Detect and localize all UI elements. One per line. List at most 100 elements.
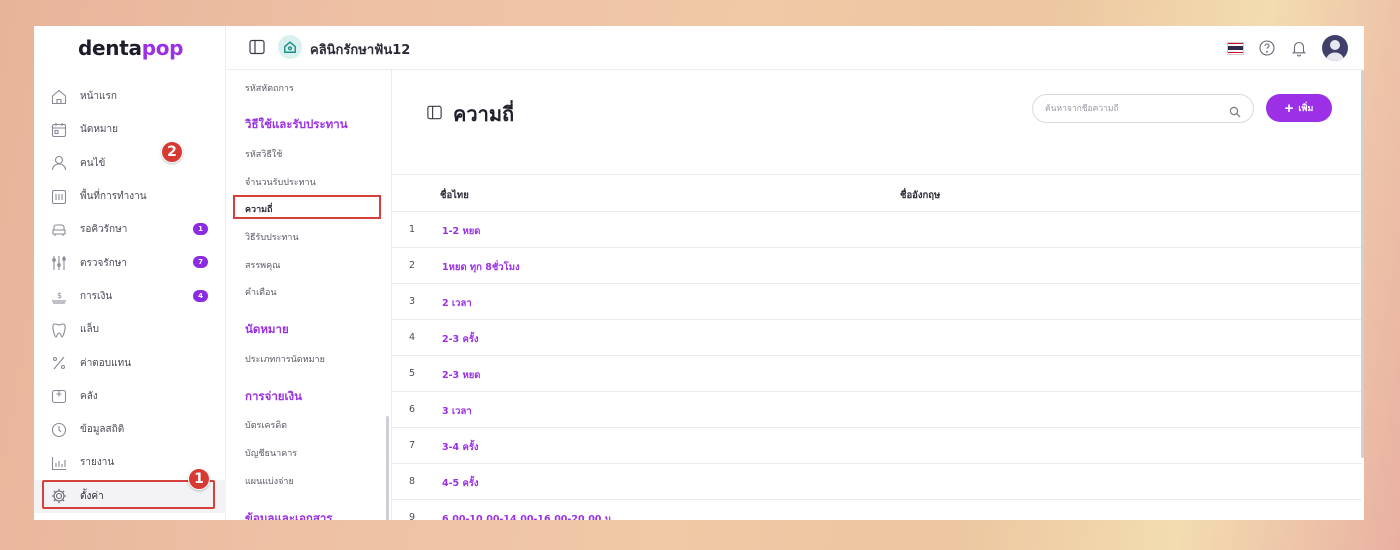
sidebar-item-label: หน้าแรก <box>80 91 117 103</box>
stats-icon <box>50 421 68 439</box>
table-row[interactable]: 9 6.00-10.00-14.00-16.00-20.00 น. <box>392 500 1362 520</box>
row-number: 6 <box>409 404 416 415</box>
search-box[interactable] <box>1032 94 1254 123</box>
row-thai-name[interactable]: 1-2 หยด <box>442 224 480 239</box>
user-avatar[interactable] <box>1322 35 1348 61</box>
row-thai-name[interactable]: 3-4 ครั้ง <box>442 440 479 455</box>
box-icon <box>50 387 68 405</box>
table-row[interactable]: 2 1หยด ทุก 8ชั่วโมง <box>392 248 1362 284</box>
row-number: 7 <box>409 440 416 451</box>
logo-text: denta <box>78 36 142 60</box>
row-number: 1 <box>409 224 416 235</box>
sidebar-toggle-icon[interactable] <box>248 38 266 56</box>
submenu-item-usage-code[interactable]: รหัสวิธีใช้ <box>245 147 282 161</box>
sidebar-item-lab[interactable]: แล็บ <box>34 313 226 346</box>
table-row[interactable]: 5 2-3 หยด <box>392 356 1362 392</box>
search-icon[interactable] <box>1229 103 1241 118</box>
panel-icon <box>426 104 443 125</box>
tools-icon <box>50 254 68 272</box>
sidebar-item-workspace[interactable]: พื้นที่การทำงาน <box>34 180 226 213</box>
table-row[interactable]: 1 1-2 หยด <box>392 212 1362 248</box>
table-row[interactable]: 4 2-3 ครั้ง <box>392 320 1362 356</box>
main-scrollbar[interactable] <box>1361 70 1364 458</box>
submenu-item-procedure-code[interactable]: รหัสหัตถการ <box>245 81 294 95</box>
submenu-section-usage: วิธีใช้และรับประทาน <box>245 117 348 131</box>
sidebar-item-label: ข้อมูลสถิติ <box>80 424 125 436</box>
row-number: 9 <box>409 512 416 520</box>
sidebar-item-label: คนไข้ <box>80 157 106 169</box>
submenu-item-warnings[interactable]: คำเตือน <box>245 285 277 299</box>
sidebar-item-label: คลัง <box>80 390 98 402</box>
submenu-scrollbar[interactable] <box>386 416 389 520</box>
frequency-highlight-box <box>233 195 381 219</box>
sidebar-item-label: แล็บ <box>80 324 99 336</box>
row-thai-name[interactable]: 4-5 ครั้ง <box>442 476 479 491</box>
percent-icon <box>50 354 68 372</box>
row-thai-name[interactable]: 1หยด ทุก 8ชั่วโมง <box>442 260 520 275</box>
table-header: ชื่อไทย ชื่ออังกฤษ <box>392 174 1362 212</box>
row-thai-name[interactable]: 2 เวลา <box>442 296 472 311</box>
step-1-marker: 1 <box>188 468 210 490</box>
row-number: 4 <box>409 332 416 343</box>
table-row[interactable]: 3 2 เวลา <box>392 284 1362 320</box>
sidebar-item-label: นัดหมาย <box>80 124 118 136</box>
submenu-section-documents: ข้อมูลและเอกสาร <box>245 511 333 520</box>
submenu-item-bank-account[interactable]: บัญชีธนาคาร <box>245 446 297 460</box>
submenu-item-intake-method[interactable]: วิธีรับประทาน <box>245 230 299 244</box>
plus-icon: + <box>1284 99 1294 117</box>
sidebar-item-label: รายงาน <box>80 457 115 469</box>
sidebar-item-inventory[interactable]: คลัง <box>34 380 226 413</box>
sidebar-item-appointments[interactable]: นัดหมาย <box>34 113 226 146</box>
help-icon[interactable] <box>1258 39 1276 57</box>
sidebar-item-home[interactable]: หน้าแรก <box>34 80 226 113</box>
submenu-item-dosage[interactable]: จำนวนรับประทาน <box>245 175 316 189</box>
sidebar-item-treatment[interactable]: ตรวจรักษา 7 <box>34 246 226 279</box>
sidebar-item-finance[interactable]: $ การเงิน 4 <box>34 280 226 313</box>
submenu-item-properties[interactable]: สรรพคุณ <box>245 258 280 272</box>
sidebar-item-label: รอคิวรักษา <box>80 224 128 236</box>
add-button-label: เพิ่ม <box>1298 103 1314 113</box>
submenu-section-appointment: นัดหมาย <box>245 322 289 336</box>
row-thai-name[interactable]: 2-3 ครั้ง <box>442 332 479 347</box>
sidebar-item-label: ตรวจรักษา <box>80 257 127 269</box>
clinic-name[interactable]: คลินิกรักษาฟัน12 <box>310 39 410 60</box>
queue-count-badge: 1 <box>193 223 208 236</box>
column-english-name[interactable]: ชื่ออังกฤษ <box>900 188 940 203</box>
row-number: 2 <box>409 260 416 271</box>
sidebar-item-queue[interactable]: รอคิวรักษา 1 <box>34 213 226 246</box>
finance-count-badge: 4 <box>193 289 208 302</box>
report-icon <box>50 454 68 472</box>
sidebar-item-patients[interactable]: คนไข้ <box>34 147 226 180</box>
column-thai-name[interactable]: ชื่อไทย <box>440 188 469 203</box>
search-input[interactable] <box>1045 103 1215 114</box>
row-thai-name[interactable]: 2-3 หยด <box>442 368 480 383</box>
tooth-icon <box>50 321 68 339</box>
row-number: 5 <box>409 368 416 379</box>
submenu-item-credit-card[interactable]: บัตรเครดิต <box>245 418 287 432</box>
sidebar-item-label: การเงิน <box>80 290 113 302</box>
main-sidebar: dentapop หน้าแรก นัดหมาย คนไข้ พื้นที่กา… <box>34 26 226 520</box>
settings-submenu: รหัสหัตถการ วิธีใช้และรับประทาน รหัสวิธี… <box>161 70 392 520</box>
submenu-item-installment[interactable]: แผนแบ่งจ่าย <box>245 474 294 488</box>
sidebar-item-statistics[interactable]: ข้อมูลสถิติ <box>34 413 226 446</box>
sidebar-nav: หน้าแรก นัดหมาย คนไข้ พื้นที่การทำงาน รอ… <box>34 80 226 513</box>
top-bar-actions <box>1227 34 1348 62</box>
table-row[interactable]: 6 3 เวลา <box>392 392 1362 428</box>
sidebar-item-label: พื้นที่การทำงาน <box>80 191 147 203</box>
thai-flag-icon[interactable] <box>1227 41 1244 55</box>
workspace-icon <box>50 188 68 206</box>
sidebar-item-commission[interactable]: ค่าตอบแทน <box>34 346 226 379</box>
dentapop-logo[interactable]: dentapop <box>78 36 183 62</box>
add-button[interactable]: + เพิ่ม <box>1266 94 1332 122</box>
money-icon: $ <box>50 287 68 305</box>
table-row[interactable]: 8 4-5 ครั้ง <box>392 464 1362 500</box>
submenu-section-payment: การจ่ายเงิน <box>245 389 302 403</box>
row-thai-name[interactable]: 3 เวลา <box>442 404 472 419</box>
row-thai-name[interactable]: 6.00-10.00-14.00-16.00-20.00 น. <box>442 512 615 520</box>
submenu-item-appointment-type[interactable]: ประเภทการนัดหมาย <box>245 352 325 366</box>
table-row[interactable]: 7 3-4 ครั้ง <box>392 428 1362 464</box>
logo-accent-text: pop <box>141 36 184 60</box>
sidebar-item-label: ค่าตอบแทน <box>80 357 132 369</box>
main-content: ความถี่ + เพิ่ม ชื่อไทย ชื่ออังกฤษ 1 1-2 … <box>392 70 1364 520</box>
bell-icon[interactable] <box>1290 39 1308 57</box>
